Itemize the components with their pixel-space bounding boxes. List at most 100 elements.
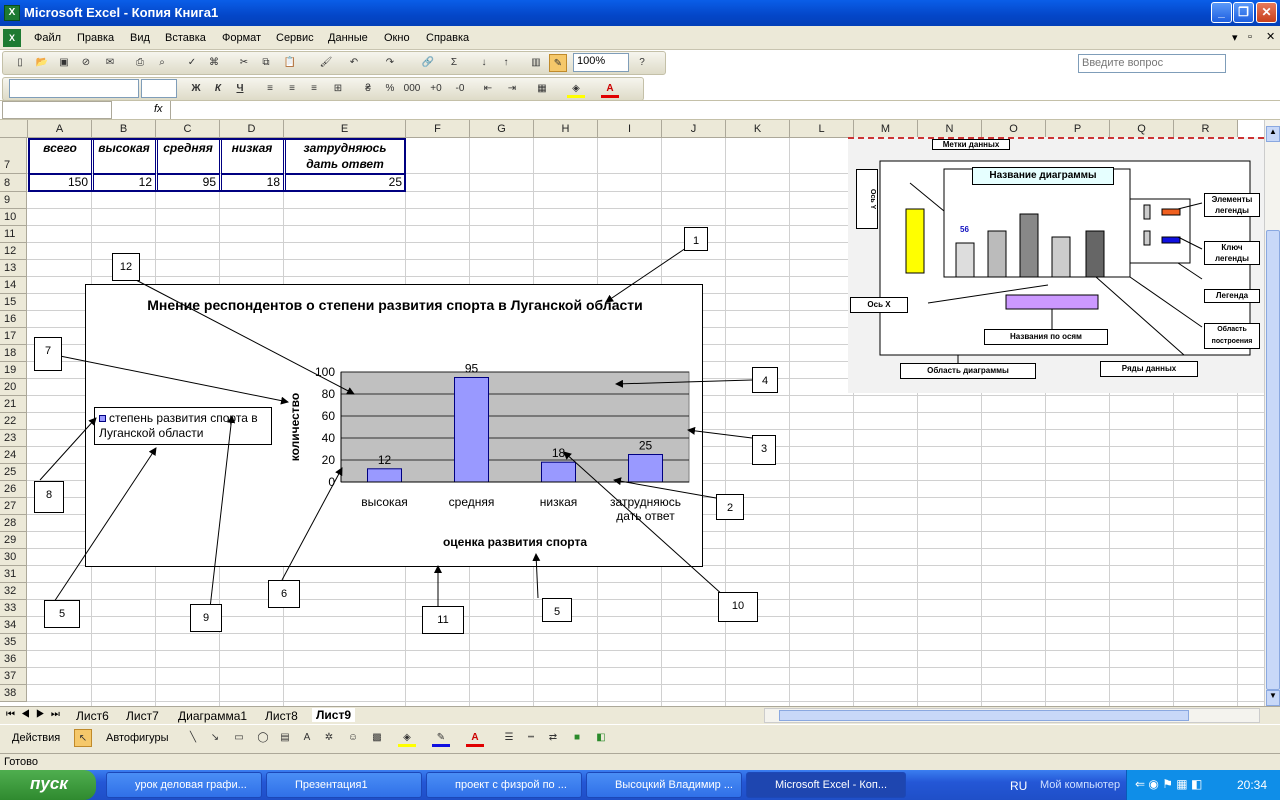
arrow-style-icon[interactable]: ⇄ xyxy=(544,729,562,747)
workbook-icon[interactable]: X xyxy=(3,29,21,47)
tray-icons[interactable]: ⇐ ◉ ⚑ ▦ ◧ xyxy=(1135,777,1202,791)
worksheet-grid[interactable]: ABCDEFGHIJKLMNOPQR 7 8 9 10 11 12 13 14 15 16 17 18… xyxy=(0,120,1264,706)
oval-icon[interactable]: ◯ xyxy=(254,729,272,747)
task-word[interactable]: урок деловая графи... xyxy=(106,772,262,798)
clipart-icon[interactable]: ☺ xyxy=(344,729,362,747)
borders-icon[interactable]: ▦ xyxy=(533,80,551,98)
cut-icon[interactable]: ✂ xyxy=(235,54,253,72)
line-icon[interactable]: ╲ xyxy=(184,729,202,747)
chart-wizard-icon[interactable]: ▥ xyxy=(527,54,545,72)
paste-icon[interactable]: 📋 xyxy=(281,54,299,72)
menu-help[interactable]: Справка xyxy=(426,32,469,44)
drawing-icon[interactable]: ✎ xyxy=(549,54,567,72)
font-color-icon[interactable]: A xyxy=(601,80,619,98)
draw-fill-color-icon[interactable]: ◈ xyxy=(398,729,416,747)
increase-decimal-icon[interactable]: +0 xyxy=(427,80,445,98)
minimize-button[interactable]: _ xyxy=(1211,2,1232,23)
horizontal-scrollbar[interactable] xyxy=(764,708,1260,723)
formula-input[interactable] xyxy=(170,101,1280,119)
task-project[interactable]: проект с физрой по ... xyxy=(426,772,582,798)
scroll-up-icon[interactable]: ▲ xyxy=(1266,126,1280,142)
undo-icon[interactable]: ↶ xyxy=(345,54,363,72)
menu-file[interactable]: Файл xyxy=(34,32,61,44)
language-indicator[interactable]: RU xyxy=(1010,779,1027,793)
line-color-icon[interactable]: ✎ xyxy=(432,729,450,747)
help-question-input[interactable]: Введите вопрос xyxy=(1078,54,1226,73)
spelling-icon[interactable]: ✓ xyxy=(183,54,201,72)
workbook-minimize-icon[interactable]: ▾ xyxy=(1232,31,1238,44)
align-left-icon[interactable]: ≡ xyxy=(261,80,279,98)
tab-list6[interactable]: Лист6 xyxy=(76,709,109,723)
textbox-icon[interactable]: ▤ xyxy=(276,729,294,747)
research-icon[interactable]: ⌘ xyxy=(205,54,223,72)
dash-style-icon[interactable]: ┅ xyxy=(522,729,540,747)
task-excel[interactable]: Microsoft Excel - Коп... xyxy=(746,772,906,798)
tab-diagram1[interactable]: Диаграмма1 xyxy=(178,709,247,723)
help-icon[interactable]: ? xyxy=(633,54,651,72)
diagram-icon[interactable]: ✲ xyxy=(320,729,338,747)
menu-insert[interactable]: Вставка xyxy=(165,32,206,44)
vertical-scrollbar[interactable]: ▲ ▼ xyxy=(1264,120,1280,706)
menu-data[interactable]: Данные xyxy=(328,32,368,44)
email-icon[interactable]: ✉ xyxy=(101,54,119,72)
scroll-down-icon[interactable]: ▼ xyxy=(1266,690,1280,706)
task-powerpoint[interactable]: Презентация1 xyxy=(266,772,422,798)
increase-indent-icon[interactable]: ⇥ xyxy=(503,80,521,98)
workbook-close-icon[interactable]: ✕ xyxy=(1266,30,1275,43)
thousands-icon[interactable]: 000 xyxy=(403,80,421,98)
italic-button[interactable]: К xyxy=(209,80,227,98)
align-right-icon[interactable]: ≡ xyxy=(305,80,323,98)
zoom-select[interactable]: 100% xyxy=(573,53,629,72)
sheet-nav-arrows[interactable]: ⏮◀▶⏭ xyxy=(6,709,66,720)
new-icon[interactable]: ▯ xyxy=(11,54,29,72)
currency-icon[interactable]: ₴ xyxy=(359,80,377,98)
maximize-button[interactable]: ❐ xyxy=(1233,2,1254,23)
hyperlink-icon[interactable]: 🔗 xyxy=(419,54,437,72)
picture-icon[interactable]: ▩ xyxy=(368,729,386,747)
autosum-icon[interactable]: Σ xyxy=(445,54,463,72)
task-opera[interactable]: Высоцкий Владимир ... xyxy=(586,772,742,798)
decrease-decimal-icon[interactable]: -0 xyxy=(451,80,469,98)
my-computer-link[interactable]: Мой компьютер xyxy=(1040,779,1120,791)
merge-center-icon[interactable]: ⊞ xyxy=(329,80,347,98)
print-icon[interactable]: ⎙ xyxy=(131,54,149,72)
hscroll-thumb[interactable] xyxy=(779,710,1189,721)
rectangle-icon[interactable]: ▭ xyxy=(230,729,248,747)
copy-icon[interactable]: ⧉ xyxy=(257,54,275,72)
format-painter-icon[interactable]: 🖌 xyxy=(317,54,335,72)
menu-tools[interactable]: Сервис xyxy=(276,32,314,44)
open-icon[interactable]: 📂 xyxy=(33,54,51,72)
underline-button[interactable]: Ч xyxy=(231,80,249,98)
insert-function-button[interactable]: fx xyxy=(154,103,163,115)
menu-edit[interactable]: Правка xyxy=(77,32,114,44)
align-center-icon[interactable]: ≡ xyxy=(283,80,301,98)
close-button[interactable]: ✕ xyxy=(1256,2,1277,23)
percent-icon[interactable]: % xyxy=(381,80,399,98)
scroll-thumb[interactable] xyxy=(1266,230,1280,690)
line-style-icon[interactable]: ☰ xyxy=(500,729,518,747)
bold-button[interactable]: Ж xyxy=(187,80,205,98)
3d-icon[interactable]: ◧ xyxy=(592,729,610,747)
fill-color-icon[interactable]: ◈ xyxy=(567,80,585,98)
decrease-indent-icon[interactable]: ⇤ xyxy=(479,80,497,98)
autoshapes-menu[interactable]: Автофигуры xyxy=(106,732,169,744)
tab-list8[interactable]: Лист8 xyxy=(265,709,298,723)
permission-icon[interactable]: ⊘ xyxy=(77,54,95,72)
select-objects-icon[interactable]: ↖ xyxy=(74,729,92,747)
font-size-select[interactable] xyxy=(141,79,177,98)
draw-font-color-icon[interactable]: A xyxy=(466,729,484,747)
menu-format[interactable]: Формат xyxy=(222,32,261,44)
tab-list7[interactable]: Лист7 xyxy=(126,709,159,723)
name-box[interactable] xyxy=(2,101,112,119)
menu-window[interactable]: Окно xyxy=(384,32,410,44)
excel-app-icon[interactable]: X xyxy=(4,5,20,21)
sort-descending-icon[interactable]: ↑ xyxy=(497,54,515,72)
start-button[interactable]: пуск xyxy=(0,770,96,800)
shadow-icon[interactable]: ■ xyxy=(568,729,586,747)
print-preview-icon[interactable]: ⌕ xyxy=(153,54,171,72)
arrow-icon[interactable]: ↘ xyxy=(206,729,224,747)
save-icon[interactable]: ▣ xyxy=(55,54,73,72)
tab-list9[interactable]: Лист9 xyxy=(312,708,356,722)
wordart-icon[interactable]: A xyxy=(298,729,316,747)
sort-ascending-icon[interactable]: ↓ xyxy=(475,54,493,72)
